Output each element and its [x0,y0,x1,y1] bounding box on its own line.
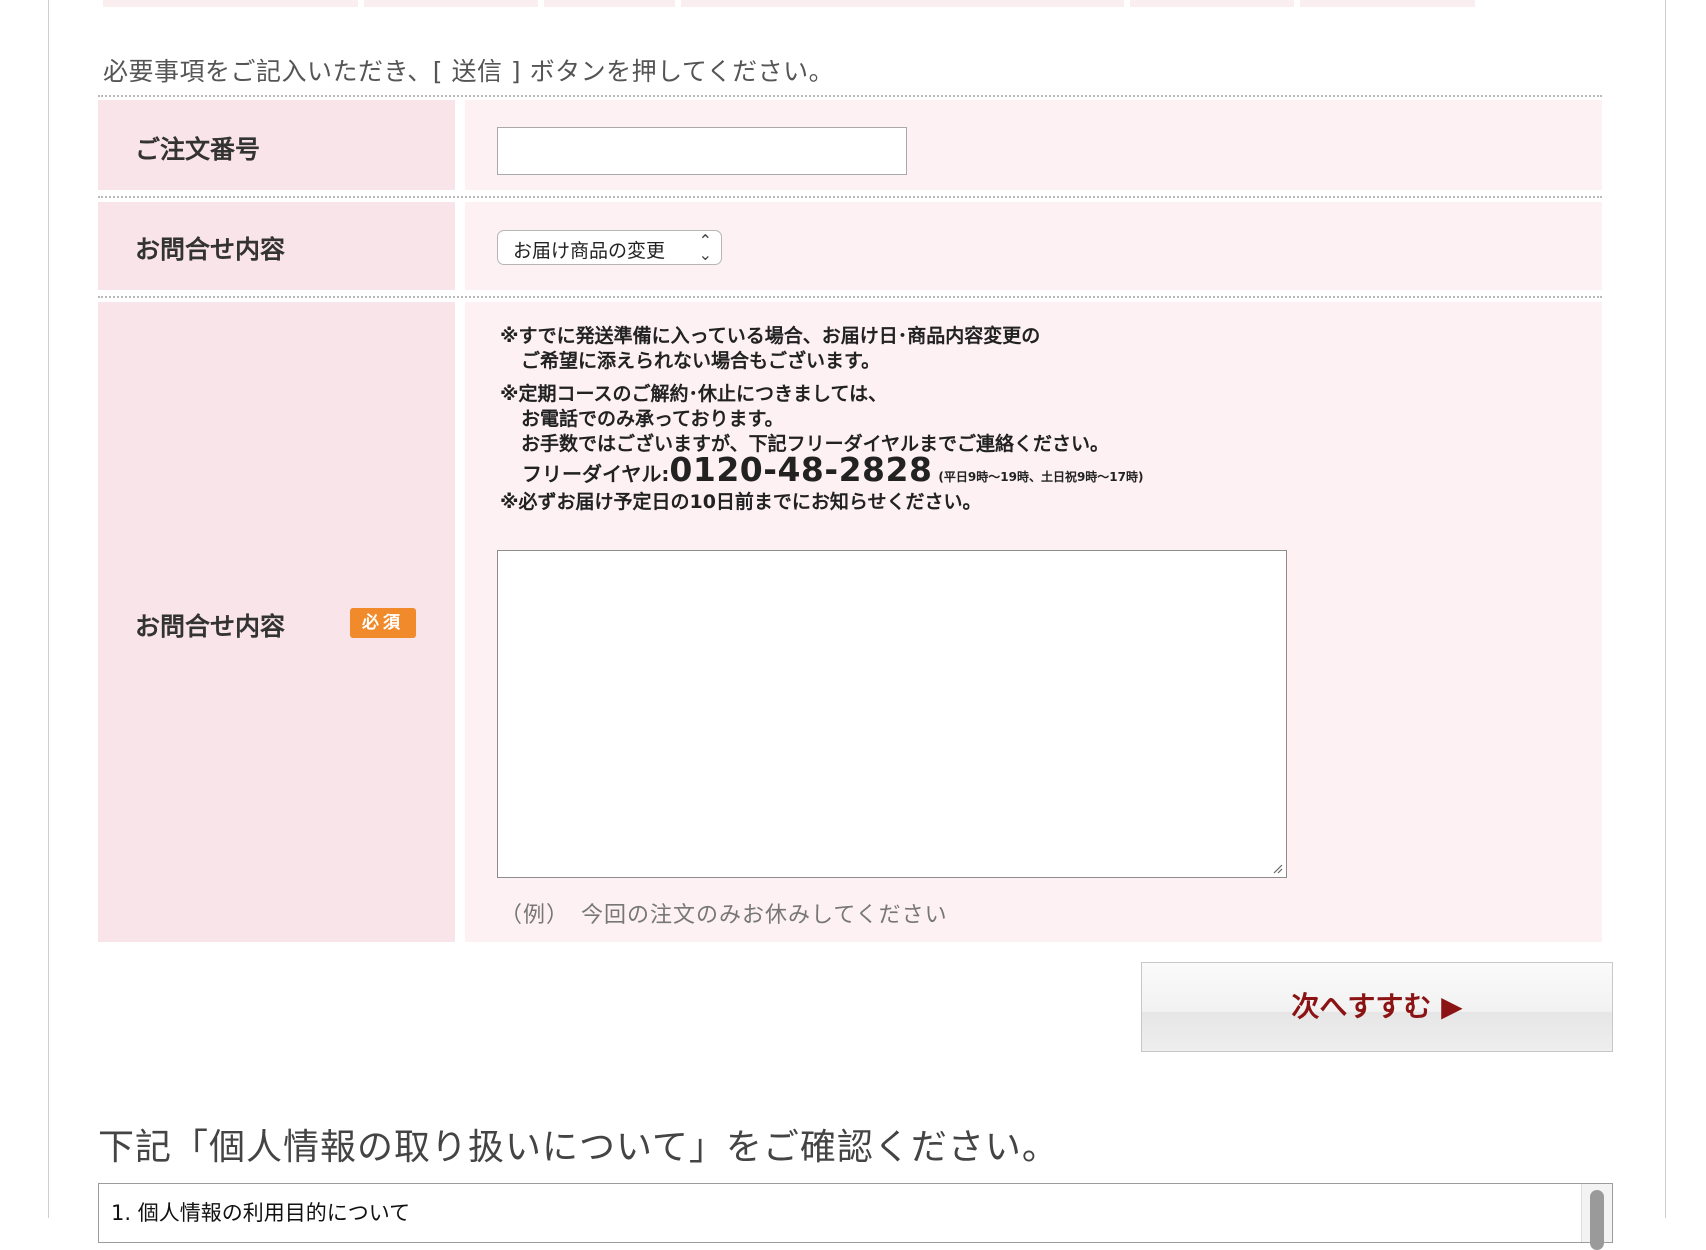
note-shipping-cont: ご希望に添えられない場合もございます。 [521,350,881,372]
divider [98,95,1602,97]
inquiry-type-selected: お届け商品の変更 [513,240,666,262]
divider [98,196,1602,198]
inquiry-detail-label-cell: お問合せ内容 必須 [98,302,455,942]
inquiry-type-label: お問合せ内容 [135,235,286,264]
inquiry-detail-cell: ※すでに発送準備に入っている場合、お届け日･商品内容変更の ご希望に添えられない… [465,302,1602,942]
order-number-label-cell: ご注文番号 [98,100,455,190]
row-inquiry-detail: お問合せ内容 必須 ※すでに発送準備に入っている場合、お届け日･商品内容変更の … [98,302,1602,942]
freedial: フリーダイヤル:0120-48-2828 (平日9時～19時、土日祝9時～17時) [500,453,1144,490]
freedial-label: フリーダイヤル: [522,462,670,486]
inquiry-type-label-cell: お問合せ内容 [98,202,455,290]
order-number-cell [465,100,1602,190]
privacy-scrollbar[interactable] [1581,1184,1612,1250]
updown-chevron-icon: ⌃ ⌄ [698,231,712,264]
divider [98,296,1602,298]
required-badge: 必須 [350,608,416,638]
form-instruction: 必要事項をご記入いただき、[ 送信 ] ボタンを押してください。 [103,57,835,86]
resize-handle-icon[interactable] [1271,862,1283,874]
freedial-number: 0120-48-2828 [669,450,933,489]
scrollbar-thumb[interactable] [1590,1190,1604,1250]
note-deadline: ※必ずお届け予定日の10日前までにお知らせください。 [500,491,982,513]
order-number-input[interactable] [497,127,907,175]
inquiry-detail-textarea[interactable] [497,550,1287,878]
note-subscription: ※定期コースのご解約･休止につきましては、 [500,383,888,405]
next-button[interactable]: 次へすすむ ▶ [1141,962,1613,1052]
row-inquiry-type: お問合せ内容 お届け商品の変更 ⌃ ⌄ [98,202,1602,290]
note-subscription-phone-only: お電話でのみ承っております。 [521,408,784,430]
privacy-heading: 下記「個人情報の取り扱いについて」をご確認ください。 [98,1127,1059,1168]
note-shipping: ※すでに発送準備に入っている場合、お届け日･商品内容変更の [500,325,1041,347]
order-number-label: ご注文番号 [135,135,261,164]
privacy-item: 1. 個人情報の利用目的について [111,1201,411,1225]
top-strip [103,0,1599,7]
freedial-hours: (平日9時～19時、土日祝9時～17時) [938,470,1144,484]
row-order-number: ご注文番号 [98,100,1602,190]
inquiry-detail-label: お問合せ内容 [135,612,286,641]
privacy-policy-box[interactable]: 1. 個人情報の利用目的について [98,1183,1613,1250]
inquiry-type-select[interactable]: お届け商品の変更 ⌃ ⌄ [497,230,722,265]
inquiry-notes: ※すでに発送準備に入っている場合、お届け日･商品内容変更の ご希望に添えられない… [500,324,1144,515]
inquiry-type-cell: お届け商品の変更 ⌃ ⌄ [465,202,1602,290]
example-text: （例） 今回の注文のみお休みしてください [500,903,948,928]
